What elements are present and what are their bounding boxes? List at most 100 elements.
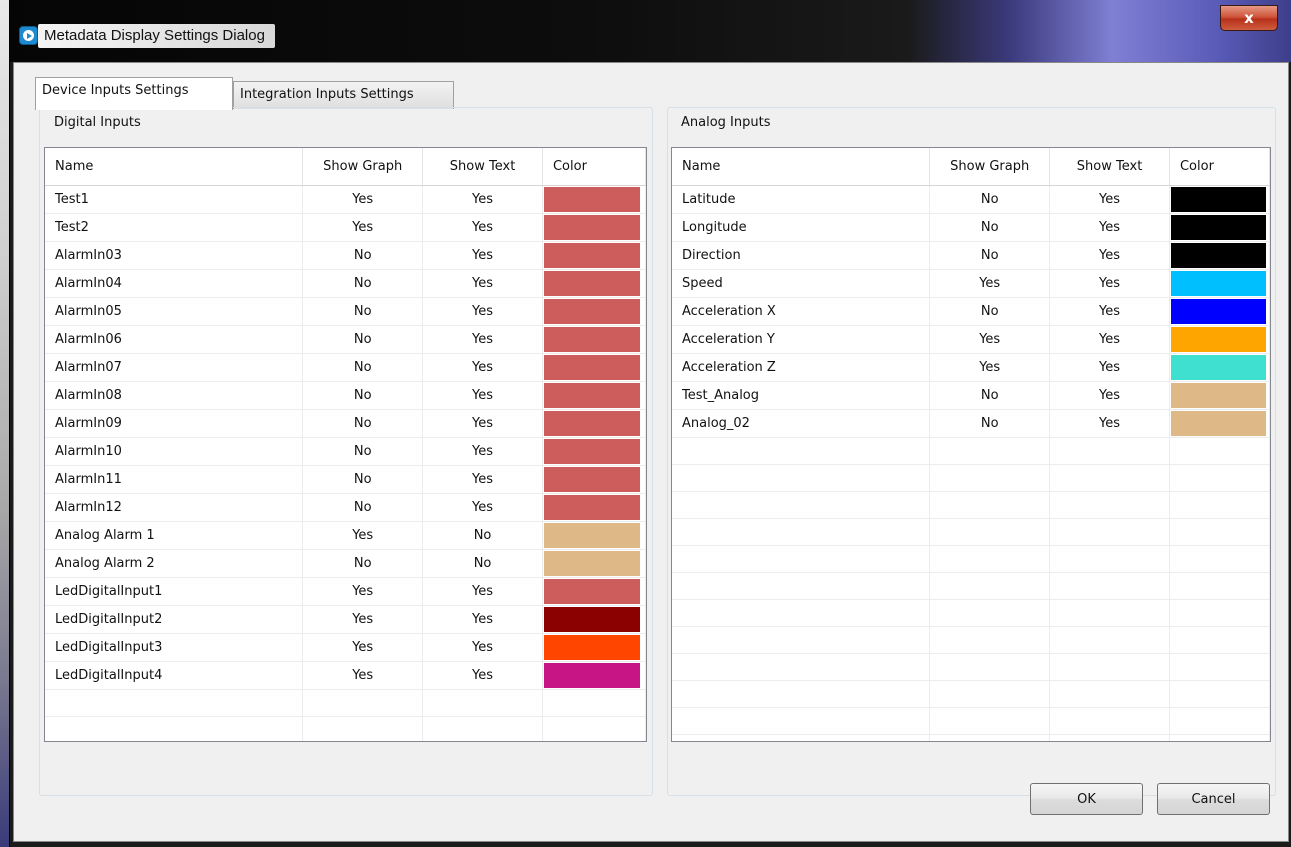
cell-name: AlarmIn07	[45, 353, 304, 382]
empty-table-row	[45, 716, 646, 741]
color-swatch[interactable]	[1170, 382, 1266, 408]
color-swatch[interactable]	[543, 662, 640, 688]
title-bar[interactable]: Metadata Display Settings Dialog x	[10, 0, 1291, 62]
cell-name: Analog Alarm 2	[45, 549, 304, 578]
cancel-button[interactable]: Cancel	[1157, 783, 1270, 815]
cell-show-text: Yes	[1049, 325, 1170, 354]
color-swatch[interactable]	[543, 438, 640, 464]
color-swatch[interactable]	[543, 494, 640, 520]
column-header-show-text[interactable]: Show Text	[1049, 148, 1170, 186]
color-swatch[interactable]	[543, 410, 640, 436]
table-row[interactable]: Direction No Yes	[672, 241, 1270, 270]
table-row[interactable]: LedDigitalInput2 Yes Yes	[45, 605, 646, 634]
table-row[interactable]: AlarmIn10 No Yes	[45, 437, 646, 466]
color-swatch[interactable]	[1170, 298, 1266, 324]
table-row[interactable]: AlarmIn03 No Yes	[45, 241, 646, 270]
cell-show-graph	[929, 626, 1051, 654]
color-swatch[interactable]	[543, 522, 640, 548]
analog-inputs-table[interactable]: Name Show Graph Show Text Color Latitude…	[671, 147, 1271, 742]
tab-device-inputs-settings[interactable]: Device Inputs Settings	[35, 77, 233, 110]
column-header-name[interactable]: Name	[672, 148, 931, 186]
color-swatch[interactable]	[1170, 242, 1266, 268]
cell-name: AlarmIn12	[45, 493, 304, 522]
cell-color	[542, 549, 646, 578]
table-row[interactable]: Test_Analog No Yes	[672, 381, 1270, 410]
ok-button[interactable]: OK	[1030, 783, 1143, 815]
table-row[interactable]: Test1 Yes Yes	[45, 185, 646, 214]
table-row[interactable]: Acceleration Z Yes Yes	[672, 353, 1270, 382]
table-row[interactable]: AlarmIn07 No Yes	[45, 353, 646, 382]
table-row[interactable]: AlarmIn06 No Yes	[45, 325, 646, 354]
cell-show-text: Yes	[422, 297, 543, 326]
table-row[interactable]: AlarmIn12 No Yes	[45, 493, 646, 522]
table-row[interactable]: AlarmIn08 No Yes	[45, 381, 646, 410]
color-swatch[interactable]	[543, 578, 640, 604]
color-swatch[interactable]	[543, 382, 640, 408]
color-swatch[interactable]	[543, 214, 640, 240]
table-row[interactable]: AlarmIn11 No Yes	[45, 465, 646, 494]
color-swatch[interactable]	[1170, 214, 1266, 240]
cell-color	[1169, 241, 1270, 270]
cell-color	[542, 353, 646, 382]
color-swatch[interactable]	[543, 634, 640, 660]
cell-name: LedDigitalInput2	[45, 605, 304, 634]
table-row[interactable]: Acceleration X No Yes	[672, 297, 1270, 326]
cell-show-graph: Yes	[929, 325, 1051, 354]
table-row[interactable]: Acceleration Y Yes Yes	[672, 325, 1270, 354]
color-swatch[interactable]	[543, 326, 640, 352]
cell-name	[45, 716, 304, 741]
table-row[interactable]: AlarmIn04 No Yes	[45, 269, 646, 298]
column-header-show-graph[interactable]: Show Graph	[929, 148, 1051, 186]
cell-show-graph: Yes	[302, 577, 424, 606]
cell-show-graph: No	[929, 297, 1051, 326]
color-swatch[interactable]	[543, 186, 640, 212]
cell-show-text: Yes	[1049, 185, 1170, 214]
cell-name: Test_Analog	[672, 381, 931, 410]
table-row[interactable]: LedDigitalInput3 Yes Yes	[45, 633, 646, 662]
column-header-name[interactable]: Name	[45, 148, 304, 186]
table-row[interactable]: Longitude No Yes	[672, 213, 1270, 242]
cell-show-graph: Yes	[302, 633, 424, 662]
dialog-client-area: Device Inputs Settings Integration Input…	[13, 62, 1289, 842]
color-swatch[interactable]	[543, 466, 640, 492]
digital-inputs-table[interactable]: Name Show Graph Show Text Color Test1 Yes…	[44, 147, 647, 742]
column-header-color[interactable]: Color	[1169, 148, 1270, 186]
table-row[interactable]: AlarmIn05 No Yes	[45, 297, 646, 326]
color-swatch[interactable]	[1170, 186, 1266, 212]
table-header-row: Name Show Graph Show Text Color	[45, 148, 646, 186]
cell-color	[1169, 213, 1270, 242]
cell-color	[542, 521, 646, 550]
column-header-show-text[interactable]: Show Text	[422, 148, 543, 186]
cell-name	[672, 518, 931, 546]
column-header-show-graph[interactable]: Show Graph	[302, 148, 424, 186]
table-row[interactable]: Analog_02 No Yes	[672, 409, 1270, 438]
tab-integration-inputs-settings[interactable]: Integration Inputs Settings	[233, 81, 454, 109]
color-swatch[interactable]	[543, 298, 640, 324]
cell-show-text: Yes	[422, 381, 543, 410]
table-row[interactable]: Speed Yes Yes	[672, 269, 1270, 298]
table-row[interactable]: AlarmIn09 No Yes	[45, 409, 646, 438]
color-swatch[interactable]	[1170, 354, 1266, 380]
cell-show-text: Yes	[1049, 381, 1170, 410]
color-swatch[interactable]	[1170, 410, 1266, 436]
color-swatch[interactable]	[543, 270, 640, 296]
cell-show-graph: Yes	[302, 213, 424, 242]
cell-show-text: Yes	[1049, 213, 1170, 242]
table-row[interactable]: Test2 Yes Yes	[45, 213, 646, 242]
color-swatch[interactable]	[543, 550, 640, 576]
color-swatch[interactable]	[1170, 270, 1266, 296]
color-swatch[interactable]	[543, 606, 640, 632]
table-row[interactable]: LedDigitalInput4 Yes Yes	[45, 661, 646, 690]
table-row[interactable]: Analog Alarm 1 Yes No	[45, 521, 646, 550]
table-row[interactable]: Analog Alarm 2 No No	[45, 549, 646, 578]
color-swatch[interactable]	[1170, 326, 1266, 352]
cell-show-text: Yes	[422, 325, 543, 354]
table-row[interactable]: LedDigitalInput1 Yes Yes	[45, 577, 646, 606]
table-row[interactable]: Latitude No Yes	[672, 185, 1270, 214]
cell-show-text: Yes	[1049, 241, 1170, 270]
color-swatch[interactable]	[543, 242, 640, 268]
color-swatch[interactable]	[543, 354, 640, 380]
cell-show-text	[1049, 437, 1170, 465]
column-header-color[interactable]: Color	[542, 148, 646, 186]
close-button[interactable]: x	[1220, 5, 1278, 31]
